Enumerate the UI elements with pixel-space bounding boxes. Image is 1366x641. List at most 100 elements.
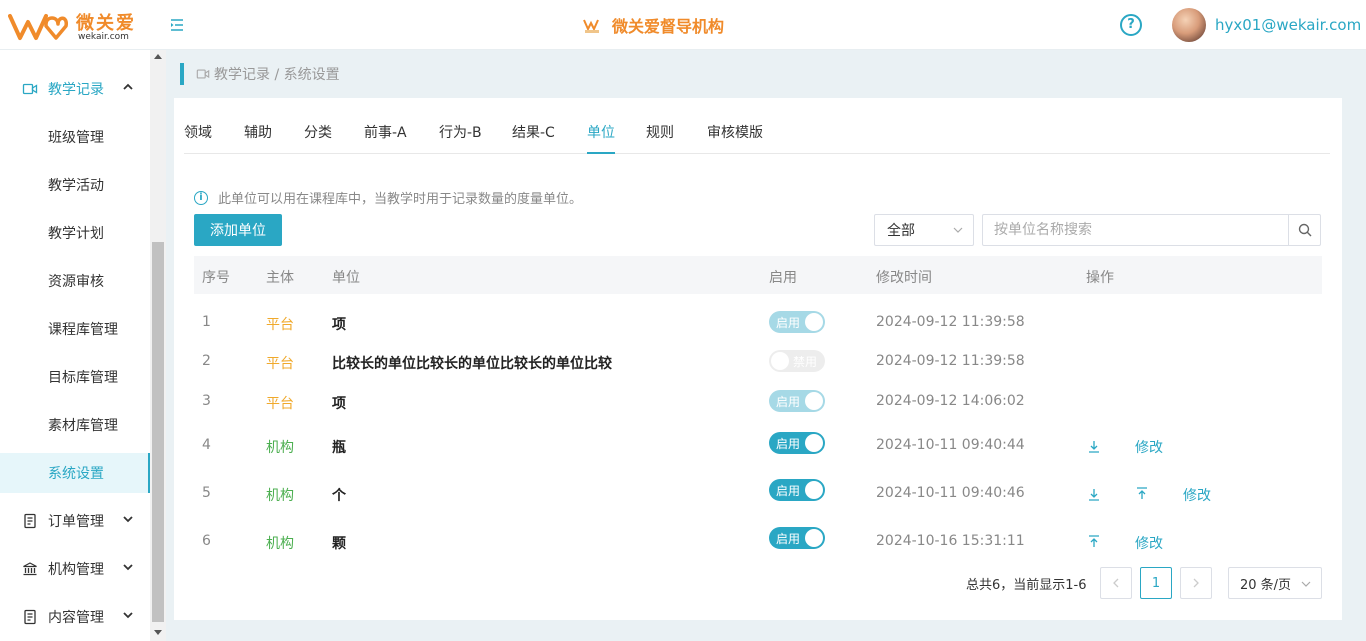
sidebar-item-label: 课程库管理: [48, 322, 118, 338]
edit-link[interactable]: 修改: [1135, 437, 1163, 457]
sidebar-item-material-library[interactable]: 素材库管理: [0, 405, 150, 445]
menu-fold-icon[interactable]: [168, 16, 186, 34]
owner-filter-select[interactable]: 全部: [874, 214, 974, 246]
sidebar-item-system-settings[interactable]: 系统设置: [0, 453, 150, 493]
column-header: 主体: [266, 270, 294, 286]
video-icon: [22, 83, 38, 95]
sidebar-item-course-library[interactable]: 课程库管理: [0, 309, 150, 349]
pagination-total: 总共6，当前显示1-6: [966, 578, 1087, 593]
row-index: 2: [202, 353, 211, 369]
sidebar-item-content-management[interactable]: 内容管理: [0, 597, 150, 637]
tab-category[interactable]: 分类: [304, 122, 332, 142]
enable-toggle[interactable]: 启用: [769, 432, 825, 454]
move-down-icon[interactable]: [1087, 439, 1101, 453]
sidebar-item-goal-library[interactable]: 目标库管理: [0, 357, 150, 397]
enable-toggle-label: 启用: [776, 316, 801, 330]
enable-toggle[interactable]: 启用: [769, 527, 825, 549]
breadcrumb-text: 教学记录 / 系统设置: [214, 67, 340, 83]
row-index: 1: [202, 314, 211, 330]
edit-link[interactable]: 修改: [1183, 485, 1211, 505]
avatar[interactable]: [1172, 8, 1206, 42]
prev-page-button[interactable]: [1100, 567, 1132, 599]
chevron-right-icon: [1193, 578, 1199, 588]
sidebar-item-class-management[interactable]: 班级管理: [0, 117, 150, 157]
row-unit-name: 项: [332, 396, 346, 412]
add-unit-button[interactable]: 添加单位: [194, 214, 282, 246]
tab-behavior[interactable]: 行为-B: [439, 122, 482, 142]
page-size-select[interactable]: 20 条/页: [1228, 567, 1322, 599]
enable-toggle-label: 启用: [776, 395, 801, 409]
sidebar-item-teaching-records[interactable]: 教学记录: [0, 69, 150, 109]
sidebar-item-label: 班级管理: [48, 130, 104, 146]
move-to-top-icon[interactable]: [1135, 487, 1149, 501]
sidebar-item-label: 素材库管理: [48, 418, 118, 434]
scroll-down-arrow-icon[interactable]: [154, 630, 162, 635]
enable-toggle: 禁用: [769, 350, 825, 372]
enable-toggle-label: 启用: [776, 437, 801, 451]
help-icon[interactable]: ?: [1120, 14, 1142, 36]
table-header: 序号 主体 单位 启用 修改时间 操作: [194, 256, 1322, 294]
search-icon: [1298, 223, 1311, 237]
tab-rules[interactable]: 规则: [646, 122, 674, 142]
row-owner: 平台: [266, 396, 294, 412]
next-page-button[interactable]: [1180, 567, 1212, 599]
sidebar-item-org-management[interactable]: 机构管理: [0, 549, 150, 589]
sidebar-item-label: 目标库管理: [48, 370, 118, 386]
search-input[interactable]: [983, 215, 1289, 245]
tab-review-template[interactable]: 审核模版: [707, 122, 763, 142]
sidebar-item-label: 内容管理: [48, 610, 104, 626]
sidebar-item-label: 资源审核: [48, 274, 104, 290]
chevron-down-icon: [123, 516, 133, 523]
enable-toggle[interactable]: 启用: [769, 479, 825, 501]
row-index: 6: [202, 533, 211, 549]
scroll-up-arrow-icon[interactable]: [154, 54, 162, 59]
brand-site: wekair.com: [78, 32, 129, 42]
info-notice-text: 此单位可以用在课程库中，当教学时用于记录数量的度量单位。: [218, 192, 583, 207]
bank-icon: [23, 562, 37, 576]
video-icon: [196, 69, 210, 79]
move-to-top-icon[interactable]: [1087, 535, 1101, 549]
search-button[interactable]: [1288, 215, 1320, 245]
enable-toggle-label: 启用: [776, 484, 801, 498]
sidebar-item-teaching-plan[interactable]: 教学计划: [0, 213, 150, 253]
row-owner: 机构: [266, 440, 294, 456]
tab-bar: 领域 辅助 分类 前事-A 行为-B 结果-C 单位 规则 审核模版: [184, 110, 1330, 154]
info-notice: i 此单位可以用在课程库中，当教学时用于记录数量的度量单位。: [194, 188, 582, 207]
tab-assist[interactable]: 辅助: [244, 122, 272, 142]
chevron-left-icon: [1113, 578, 1119, 588]
sidebar-item-teaching-activities[interactable]: 教学活动: [0, 165, 150, 205]
sidebar-scrollbar[interactable]: [150, 50, 166, 641]
move-down-icon[interactable]: [1087, 487, 1101, 501]
enable-toggle-label: 禁用: [793, 355, 818, 369]
chevron-down-icon: [953, 227, 963, 233]
enable-toggle: 启用: [769, 390, 825, 412]
tab-antecedent[interactable]: 前事-A: [364, 122, 407, 142]
tab-domain[interactable]: 领域: [184, 122, 212, 142]
user-email[interactable]: hyx01@wekair.com: [1215, 16, 1361, 34]
row-unit-name: 颗: [332, 536, 346, 552]
sidebar-item-order-management[interactable]: 订单管理: [0, 501, 150, 541]
enable-toggle-label: 启用: [776, 532, 801, 546]
app-logo[interactable]: 微关爱 wekair.com: [8, 6, 138, 46]
org-title: 微关爱督导机构: [582, 13, 724, 37]
info-icon: i: [194, 190, 208, 205]
sidebar-item-resource-review[interactable]: 资源审核: [0, 261, 150, 301]
logo-mark: [8, 14, 68, 40]
row-unit-name: 项: [332, 317, 346, 333]
enable-toggle: 启用: [769, 311, 825, 333]
page-1-button[interactable]: 1: [1140, 567, 1172, 599]
tab-consequence[interactable]: 结果-C: [512, 122, 555, 142]
sidebar-item-label: 订单管理: [48, 514, 104, 530]
scrollbar-thumb[interactable]: [152, 242, 164, 622]
column-header: 启用: [769, 270, 797, 286]
edit-link[interactable]: 修改: [1135, 533, 1163, 553]
page-size-value: 20 条/页: [1240, 577, 1292, 593]
column-header: 序号: [202, 270, 230, 286]
owner-filter-value: 全部: [887, 223, 915, 239]
toggle-knob: [805, 313, 823, 331]
row-modified-time: 2024-10-11 09:40:46: [876, 485, 1025, 501]
column-header: 单位: [332, 270, 360, 286]
row-owner: 平台: [266, 317, 294, 333]
tab-unit[interactable]: 单位: [587, 122, 615, 154]
sidebar: 教学记录 班级管理 教学活动 教学计划 资源审核 课程库管理 目标库管理 素材库…: [0, 50, 166, 641]
